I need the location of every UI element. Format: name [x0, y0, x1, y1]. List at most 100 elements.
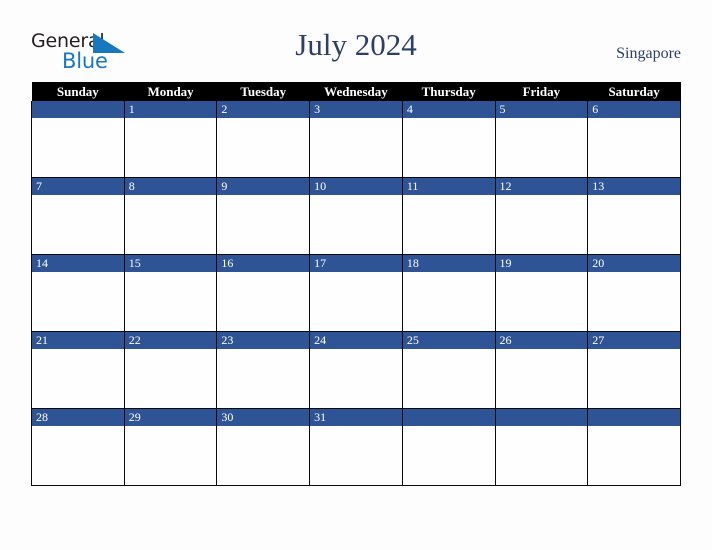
day-number: 7: [32, 178, 124, 195]
day-events-area[interactable]: [32, 349, 124, 408]
day-events-area[interactable]: [495, 272, 588, 331]
day-events-area[interactable]: [32, 426, 124, 485]
day-cell[interactable]: 21: [31, 331, 125, 409]
day-cell[interactable]: 6: [587, 101, 681, 178]
day-cell[interactable]: 27: [587, 331, 681, 409]
day-number: [402, 409, 495, 426]
day-number: 9: [217, 178, 310, 195]
day-events-area[interactable]: [588, 118, 680, 177]
day-events-area[interactable]: [32, 272, 124, 331]
day-cell[interactable]: 19: [494, 254, 589, 332]
calendar-week-row: 14 15 16 17 18 19 20: [31, 254, 681, 332]
calendar-week-row: 7 8 9 10 11 12 13: [31, 177, 681, 255]
day-cell[interactable]: [401, 408, 496, 486]
day-events-area[interactable]: [124, 195, 217, 254]
day-cell[interactable]: 2: [216, 101, 311, 178]
day-events-area[interactable]: [495, 426, 588, 485]
day-events-area[interactable]: [124, 118, 217, 177]
day-events-area[interactable]: [588, 426, 680, 485]
day-number: 22: [124, 332, 217, 349]
day-events-area[interactable]: [124, 272, 217, 331]
day-events-area[interactable]: [402, 118, 495, 177]
day-cell[interactable]: 26: [494, 331, 589, 409]
day-events-area[interactable]: [32, 118, 124, 177]
day-cell[interactable]: 17: [309, 254, 403, 332]
day-cell[interactable]: 7: [31, 177, 125, 255]
day-cell[interactable]: 10: [309, 177, 403, 255]
day-events-area[interactable]: [402, 349, 495, 408]
day-number: 1: [124, 101, 217, 118]
page-header: General Blue July 2024 Singapore: [0, 0, 712, 82]
day-events-area[interactable]: [495, 118, 588, 177]
day-number: 8: [124, 178, 217, 195]
day-number: 21: [32, 332, 124, 349]
day-number: 25: [402, 332, 495, 349]
day-number: 19: [495, 255, 588, 272]
day-events-area[interactable]: [588, 195, 680, 254]
day-number: 29: [124, 409, 217, 426]
day-cell[interactable]: 3: [309, 101, 403, 178]
day-cell[interactable]: 18: [401, 254, 496, 332]
day-cell[interactable]: 30: [216, 408, 311, 486]
day-number: 28: [32, 409, 124, 426]
day-number: [588, 409, 680, 426]
calendar-week-row: 21 22 23 24 25 26 27: [31, 331, 681, 409]
day-events-area[interactable]: [217, 195, 310, 254]
day-events-area[interactable]: [310, 195, 402, 254]
day-cell[interactable]: [587, 408, 681, 486]
day-number: 10: [310, 178, 402, 195]
day-cell[interactable]: 8: [123, 177, 218, 255]
day-number: 27: [588, 332, 680, 349]
day-cell[interactable]: 15: [123, 254, 218, 332]
day-cell[interactable]: 22: [123, 331, 218, 409]
day-events-area[interactable]: [402, 195, 495, 254]
day-cell[interactable]: 24: [309, 331, 403, 409]
day-cell[interactable]: 11: [401, 177, 496, 255]
day-events-area[interactable]: [32, 195, 124, 254]
day-cell[interactable]: 14: [31, 254, 125, 332]
day-events-area[interactable]: [402, 272, 495, 331]
day-events-area[interactable]: [495, 349, 588, 408]
day-number: 18: [402, 255, 495, 272]
day-events-area[interactable]: [310, 118, 402, 177]
day-cell[interactable]: [31, 101, 125, 178]
day-number: 15: [124, 255, 217, 272]
day-cell[interactable]: 4: [401, 101, 496, 178]
weekday-header-saturday: Saturday: [587, 82, 681, 101]
day-cell[interactable]: 20: [587, 254, 681, 332]
weekday-header-monday: Monday: [124, 82, 217, 101]
day-number: 12: [495, 178, 588, 195]
day-cell[interactable]: 16: [216, 254, 311, 332]
day-cell[interactable]: 9: [216, 177, 311, 255]
day-events-area[interactable]: [124, 349, 217, 408]
day-events-area[interactable]: [588, 272, 680, 331]
day-events-area[interactable]: [495, 195, 588, 254]
day-cell[interactable]: 23: [216, 331, 311, 409]
day-events-area[interactable]: [217, 118, 310, 177]
day-events-area[interactable]: [124, 426, 217, 485]
day-cell[interactable]: 1: [123, 101, 218, 178]
day-cell[interactable]: 5: [494, 101, 589, 178]
day-number: 26: [495, 332, 588, 349]
day-events-area[interactable]: [217, 426, 310, 485]
day-cell[interactable]: 28: [31, 408, 125, 486]
day-events-area[interactable]: [217, 349, 310, 408]
day-cell[interactable]: 12: [494, 177, 589, 255]
day-number: 14: [32, 255, 124, 272]
day-cell[interactable]: 25: [401, 331, 496, 409]
day-events-area[interactable]: [402, 426, 495, 485]
day-events-area[interactable]: [217, 272, 310, 331]
day-events-area[interactable]: [310, 426, 402, 485]
day-number: 16: [217, 255, 310, 272]
day-cell[interactable]: 13: [587, 177, 681, 255]
day-events-area[interactable]: [310, 272, 402, 331]
calendar-grid: Sunday Monday Tuesday Wednesday Thursday…: [31, 82, 681, 486]
day-cell[interactable]: 29: [123, 408, 218, 486]
page-title: July 2024: [295, 27, 417, 62]
day-cell[interactable]: [494, 408, 589, 486]
weekday-header-wednesday: Wednesday: [309, 82, 403, 101]
day-events-area[interactable]: [588, 349, 680, 408]
day-number: [495, 409, 588, 426]
day-cell[interactable]: 31: [309, 408, 403, 486]
day-events-area[interactable]: [310, 349, 402, 408]
